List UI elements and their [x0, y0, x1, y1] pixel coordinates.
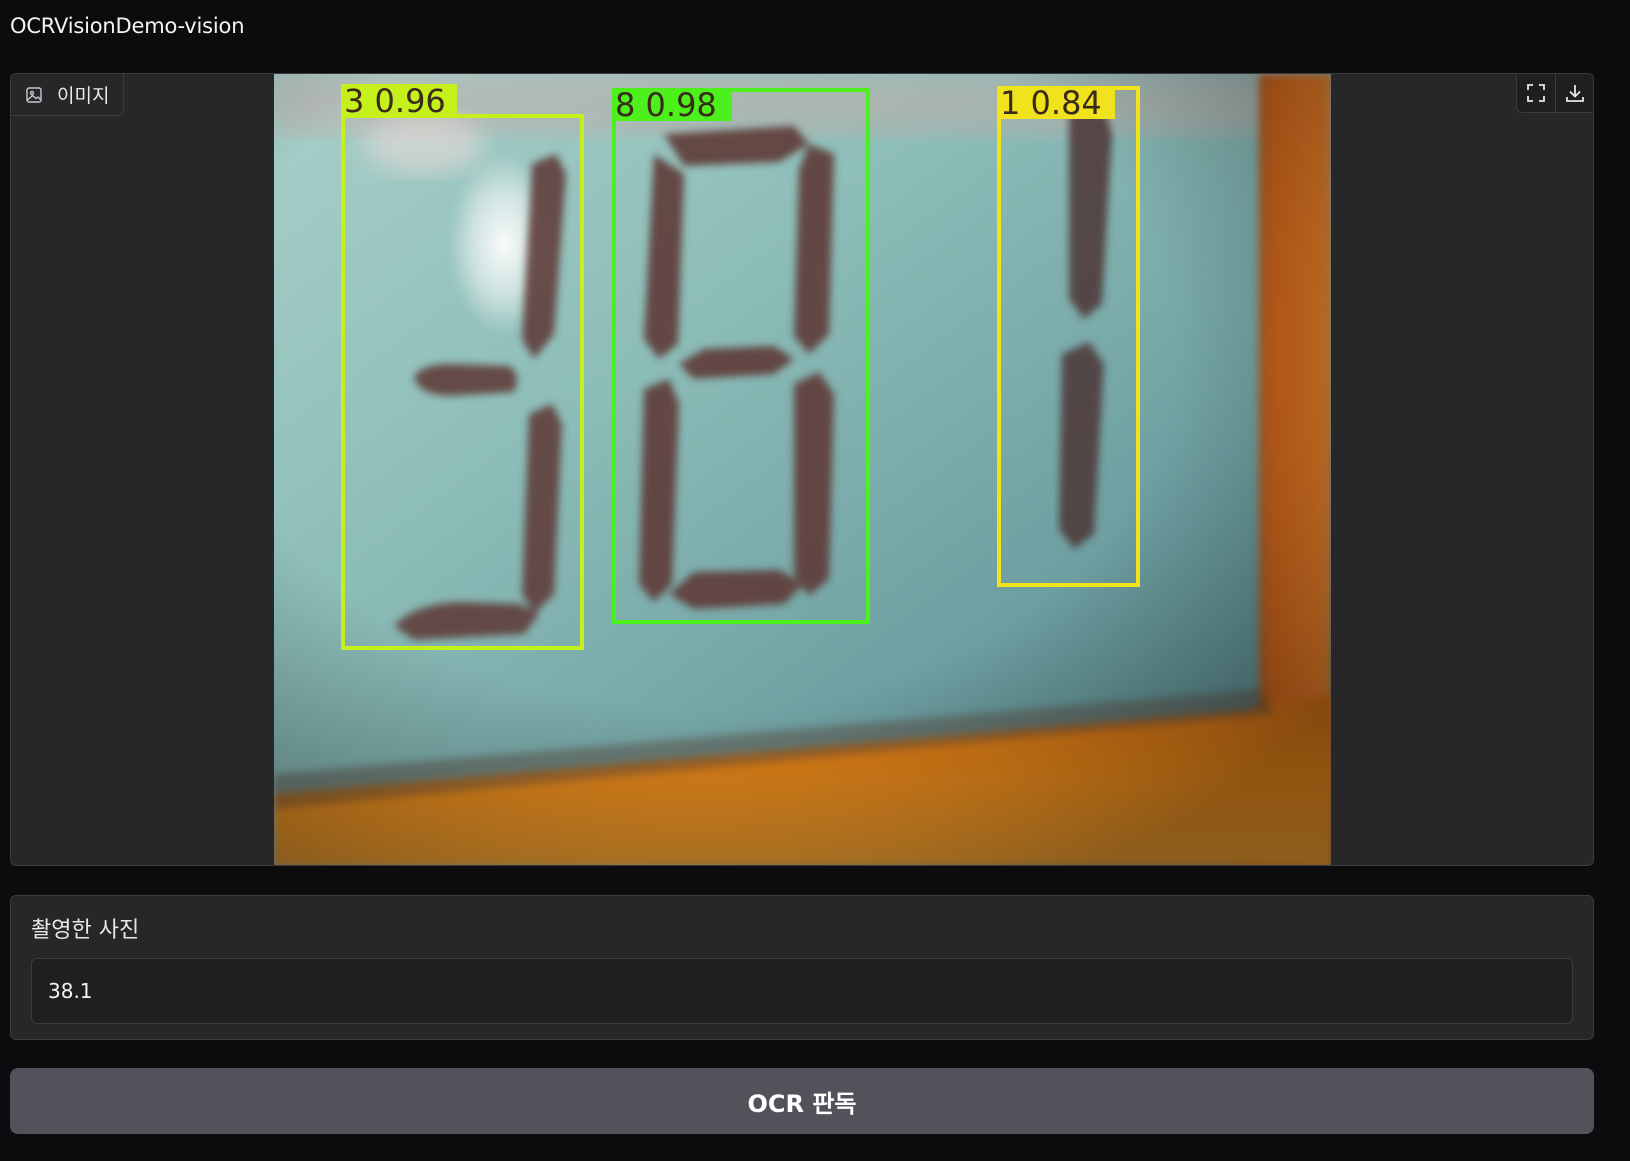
download-icon: [1565, 85, 1584, 102]
fullscreen-button[interactable]: [1517, 74, 1555, 112]
download-button[interactable]: [1555, 74, 1593, 112]
fullscreen-icon: [1527, 84, 1545, 102]
detection-label-8: 8 0.98: [615, 86, 717, 124]
image-icon: [25, 86, 43, 104]
image-toolbar: [1516, 74, 1593, 113]
image-label-text: 이미지: [57, 85, 110, 107]
detection-label-1: 1 0.84: [1000, 84, 1102, 122]
image-panel: 이미지 3 0.96 8 0.98 1 0.84: [10, 73, 1594, 866]
detection-label-3: 3 0.96: [344, 82, 446, 120]
detection-image: 3 0.96 8 0.98 1 0.84: [274, 74, 1331, 865]
result-textbox[interactable]: [31, 958, 1573, 1024]
result-panel: 촬영한 사진: [10, 895, 1594, 1040]
result-label: 촬영한 사진: [31, 918, 140, 943]
app-title: OCRVisionDemo-vision: [10, 14, 245, 38]
image-panel-label: 이미지: [11, 74, 125, 116]
ocr-read-button[interactable]: OCR 판독: [10, 1068, 1594, 1134]
